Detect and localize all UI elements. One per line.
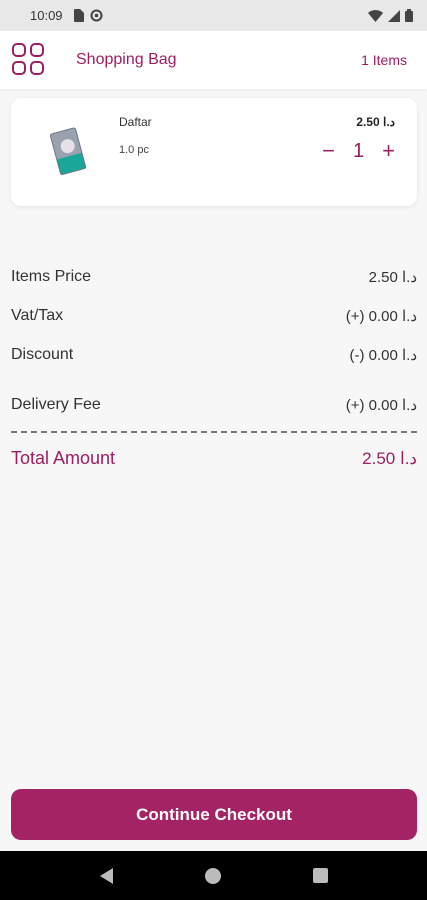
sim-card-icon (73, 9, 84, 22)
vat-label: Vat/Tax (11, 307, 64, 324)
home-icon[interactable] (204, 867, 221, 884)
decrement-button[interactable]: − (322, 138, 335, 164)
app-bar: Shopping Bag 1 Items (0, 31, 427, 89)
items-price-label: Items Price (11, 268, 92, 285)
product-price: 2.50 د.ا (356, 115, 395, 129)
product-name: Daftar (119, 115, 152, 129)
discount-label: Discount (11, 346, 74, 363)
items-price-value: 2.50 د.ا (368, 269, 417, 286)
page-title: Shopping Bag (76, 51, 177, 68)
delivery-fee-value: (+) 0.00 د.ا (345, 397, 417, 414)
signal-icon (388, 9, 400, 22)
back-icon[interactable] (99, 867, 113, 884)
discount-value: (-) 0.00 د.ا (349, 347, 417, 364)
delivery-fee-row: Delivery Fee (+) 0.00 د.ا (11, 396, 417, 414)
total-label: Total Amount (11, 448, 116, 468)
continue-checkout-button[interactable]: Continue Checkout (11, 789, 417, 840)
recents-icon[interactable] (312, 868, 328, 883)
sync-icon (90, 9, 103, 22)
vat-row: Vat/Tax (+) 0.00 د.ا (11, 307, 417, 325)
items-price-row: Items Price 2.50 د.ا (11, 268, 417, 286)
quantity-value: 1 (353, 139, 365, 162)
quantity-stepper: − 1 + (322, 138, 395, 164)
wifi-icon (368, 9, 383, 22)
product-unit: 1.0 pc (119, 144, 149, 156)
delivery-fee-label: Delivery Fee (11, 396, 101, 413)
cart-item-card: Daftar 1.0 pc 2.50 د.ا − 1 + (11, 98, 417, 206)
system-nav-bar (0, 851, 427, 900)
menu-grid-icon[interactable] (12, 43, 46, 77)
increment-button[interactable]: + (382, 138, 395, 164)
status-bar: 10:09 (0, 0, 427, 31)
battery-icon (405, 9, 413, 22)
total-row: Total Amount 2.50 د.ا (11, 448, 417, 469)
total-value: 2.50 د.ا (362, 448, 417, 468)
status-time: 10:09 (30, 8, 63, 23)
product-image (49, 127, 87, 175)
vat-value: (+) 0.00 د.ا (345, 308, 417, 325)
items-count: 1 Items (361, 52, 407, 68)
discount-row: Discount (-) 0.00 د.ا (11, 346, 417, 364)
divider (11, 431, 417, 433)
